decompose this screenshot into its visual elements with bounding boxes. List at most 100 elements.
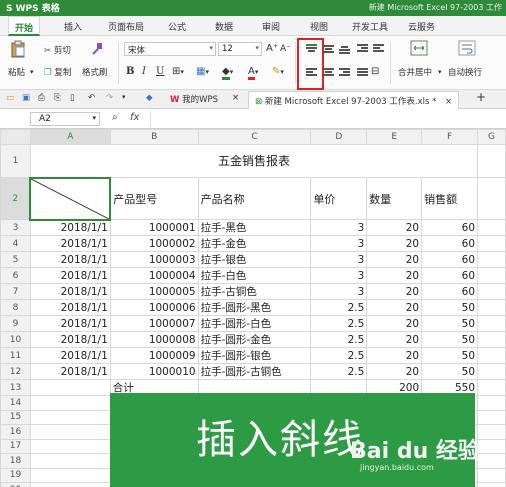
row-header[interactable]: 14 — [0, 395, 31, 411]
cell[interactable]: 20 — [366, 315, 423, 332]
select-all-corner[interactable] — [0, 129, 31, 145]
cell[interactable]: 2.5 — [310, 347, 368, 364]
cell[interactable]: 60 — [421, 219, 479, 236]
row-header[interactable]: 8 — [0, 299, 31, 316]
doc-tab-active[interactable]: ⊠ 新建 Microsoft Excel 97-2003 工作表.xls * × — [248, 91, 460, 109]
column-header[interactable]: B — [109, 129, 199, 145]
cell[interactable] — [477, 453, 506, 469]
formula-input[interactable] — [150, 111, 502, 127]
zoom-formula-icon[interactable]: ⌕ — [112, 112, 118, 123]
border-button[interactable]: ⊞▾ — [172, 66, 184, 77]
tab-view[interactable]: 视图 — [310, 20, 328, 33]
cell[interactable]: 2018/1/1 — [29, 299, 111, 316]
bold-button[interactable]: B — [126, 66, 134, 77]
close-tab-icon[interactable]: × — [232, 93, 239, 103]
cell[interactable] — [477, 315, 506, 332]
cell[interactable]: 3 — [310, 267, 368, 284]
chevron-down-icon[interactable]: ▾ — [30, 68, 34, 76]
row-header[interactable]: 19 — [0, 467, 31, 483]
doc-tab-home[interactable]: W 我的WPS — [170, 93, 218, 105]
header-cell[interactable]: 数量 — [366, 177, 423, 220]
column-header[interactable]: F — [421, 129, 479, 145]
undo-icon[interactable]: ↶ — [88, 93, 95, 103]
indent-decrease-icon[interactable] — [357, 44, 368, 53]
cell[interactable]: 拉手-圆形-黑色 — [197, 299, 312, 316]
merge-cells-icon[interactable] — [410, 40, 428, 59]
row-header[interactable]: 4 — [0, 235, 31, 252]
header-cell[interactable]: 产品型号 — [109, 177, 199, 220]
header-cell[interactable]: 产品名称 — [197, 177, 312, 220]
font-name-select[interactable]: 宋体 ▾ — [124, 42, 216, 56]
cell[interactable]: 拉手-圆形-白色 — [197, 315, 312, 332]
cell[interactable] — [477, 251, 506, 268]
cell[interactable] — [29, 467, 111, 483]
name-box[interactable]: A2 ▾ — [30, 112, 100, 126]
cell[interactable] — [477, 438, 506, 454]
cell[interactable]: 2018/1/1 — [29, 251, 111, 268]
print-preview-icon[interactable]: ⎘ — [54, 93, 61, 103]
row-header[interactable]: 12 — [0, 363, 31, 380]
eraser-icon[interactable]: ✎▾ — [272, 66, 284, 77]
format-painter-button[interactable]: 格式刷 — [82, 66, 108, 78]
cell[interactable]: 1000003 — [109, 251, 199, 268]
cell[interactable] — [477, 363, 506, 380]
cell[interactable]: 50 — [421, 315, 479, 332]
cell[interactable] — [477, 219, 506, 236]
cell[interactable]: 3 — [310, 235, 368, 252]
tab-formulas[interactable]: 公式 — [168, 20, 186, 33]
wrap-text-button[interactable]: 自动换行 — [448, 66, 482, 78]
cell[interactable]: 60 — [421, 235, 479, 252]
row-header[interactable]: 1 — [0, 144, 31, 178]
cell[interactable] — [477, 482, 506, 487]
cell[interactable] — [29, 379, 111, 396]
tab-insert[interactable]: 插入 — [64, 20, 82, 33]
cell[interactable] — [29, 482, 111, 487]
cell[interactable]: 拉手-金色 — [197, 235, 312, 252]
align-right-icon[interactable] — [339, 68, 350, 77]
cell[interactable] — [477, 424, 506, 440]
cell[interactable]: 2018/1/1 — [29, 315, 111, 332]
cell[interactable] — [29, 409, 111, 425]
cell[interactable]: 20 — [366, 219, 423, 236]
row-header[interactable]: 6 — [0, 267, 31, 284]
cell[interactable]: 2.5 — [310, 315, 368, 332]
align-bottom-icon[interactable] — [339, 46, 350, 55]
cell[interactable]: 50 — [421, 347, 479, 364]
row-header[interactable]: 7 — [0, 283, 31, 300]
tab-developer[interactable]: 开发工具 — [352, 20, 388, 33]
italic-button[interactable]: I — [142, 66, 146, 77]
header-cell[interactable]: 单价 — [310, 177, 368, 220]
cell[interactable]: 50 — [421, 299, 479, 316]
cell[interactable]: 20 — [366, 235, 423, 252]
redo-icon[interactable]: ↷ — [106, 93, 113, 103]
cell[interactable]: 拉手-圆形-银色 — [197, 347, 312, 364]
fill-color-button[interactable]: ◆▾ — [222, 66, 233, 80]
merge-center-button[interactable]: 合并居中 — [398, 66, 432, 78]
cell[interactable]: 2.5 — [310, 331, 368, 348]
wrap-text-icon[interactable] — [458, 40, 476, 59]
column-header[interactable]: C — [197, 129, 312, 145]
cell[interactable] — [29, 438, 111, 454]
cell[interactable]: 50 — [421, 331, 479, 348]
sheet-title-cell[interactable]: 五金销售报表 — [29, 144, 479, 178]
row-header[interactable]: 9 — [0, 315, 31, 332]
cell[interactable] — [477, 395, 506, 411]
cell[interactable]: 1000005 — [109, 283, 199, 300]
row-header[interactable]: 16 — [0, 424, 31, 440]
cell[interactable] — [477, 283, 506, 300]
cell[interactable]: 60 — [421, 283, 479, 300]
paste-label[interactable]: 粘贴 — [8, 66, 25, 78]
row-header[interactable]: 20 — [0, 482, 31, 487]
underline-button[interactable]: U — [156, 66, 164, 77]
cell[interactable] — [477, 267, 506, 284]
fill-format-icon[interactable]: ▦▾ — [196, 66, 209, 77]
cell[interactable]: 3 — [310, 251, 368, 268]
cell[interactable]: 60 — [421, 267, 479, 284]
app-menu-button[interactable]: S WPS 表格 — [6, 1, 60, 14]
cell[interactable]: 拉手-白色 — [197, 267, 312, 284]
cell[interactable]: 2018/1/1 — [29, 363, 111, 380]
fx-icon[interactable]: fx — [130, 112, 139, 123]
cell[interactable]: 2.5 — [310, 363, 368, 380]
cell[interactable]: 2.5 — [310, 299, 368, 316]
copy-button[interactable]: ❐ 复制 — [44, 66, 71, 78]
